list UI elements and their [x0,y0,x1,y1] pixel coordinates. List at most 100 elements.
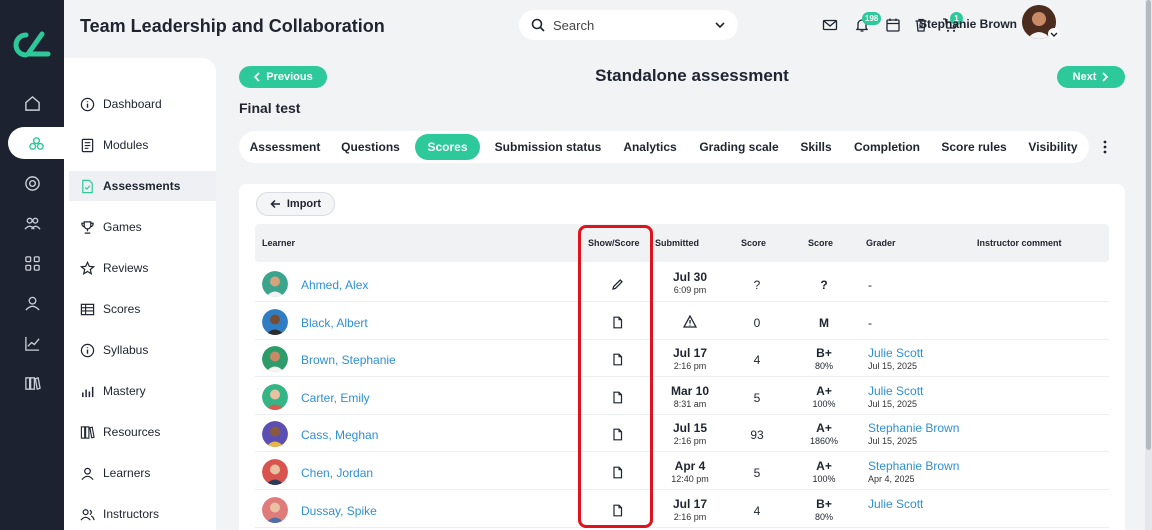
grader-date: Jul 15, 2025 [868,361,918,371]
user-name[interactable]: Stephanie Brown [919,17,1017,31]
tab-grading-scale[interactable]: Grading scale [693,134,785,160]
rail-groups-icon[interactable] [0,207,64,239]
tab-submission-status[interactable]: Submission status [490,134,606,160]
tab-score-rules[interactable]: Score rules [936,134,1012,160]
grader-date: Jul 15, 2025 [868,436,918,446]
brand-logo-icon[interactable] [12,30,52,60]
tab-assessment[interactable]: Assessment [244,134,326,160]
chevron-right-icon [1102,72,1109,82]
header-learner[interactable]: Learner [262,238,295,248]
score-value: ? [753,278,761,292]
tab-questions[interactable]: Questions [335,134,406,160]
header-grade-score[interactable]: Score [808,238,833,248]
score-value: 4 [753,504,761,518]
grade-value: M [819,316,829,330]
header-submitted[interactable]: Submitted [655,238,699,248]
sidebar-item-mastery[interactable]: Mastery [69,376,216,406]
side-navigation: Dashboard Modules Assessments Games Revi… [64,58,216,530]
grader-name: - [868,278,872,292]
rail-home-icon[interactable] [0,87,64,119]
grader-link[interactable]: Julie Scott [868,497,923,511]
sidebar-item-assessments[interactable]: Assessments [69,171,216,201]
grade-value: B+ [816,346,832,360]
rail-courses-icon[interactable] [8,127,64,159]
table-row [255,303,1109,340]
learner-name-link[interactable]: Chen, Jordan [301,466,373,480]
grader-link[interactable]: Julie Scott [868,346,923,360]
bar-chart-icon [82,386,94,397]
search-input[interactable]: Search [519,10,738,40]
score-value: 5 [753,466,761,480]
grader-link[interactable]: Stephanie Brown [868,421,959,435]
search-placeholder: Search [553,17,595,33]
sidebar-item-instructors[interactable]: Instructors [69,499,216,529]
sidebar-item-label: Dashboard [103,97,162,111]
warning-icon [683,315,697,328]
users-icon [80,508,95,521]
rail-library-icon[interactable] [0,367,64,399]
grader-date: Jul 15, 2025 [868,399,918,409]
sidebar-item-modules[interactable]: Modules [69,130,216,160]
tab-completion[interactable]: Completion [847,134,927,160]
grade-value: ? [820,278,828,292]
more-options-icon[interactable] [1098,138,1112,156]
learner-name-link[interactable]: Dussay, Spike [301,504,377,518]
rail-target-icon[interactable] [0,167,64,199]
grader-link[interactable]: Julie Scott [868,384,923,398]
sidebar-item-dashboard[interactable]: Dashboard [69,89,216,119]
mail-icon[interactable] [822,17,838,33]
header-instructor-comment[interactable]: Instructor comment [977,238,1062,248]
learner-name-link[interactable]: Ahmed, Alex [301,278,368,292]
page-scrollbar-thumb[interactable] [1146,0,1151,450]
previous-label: Previous [266,71,313,83]
grader-name: - [868,316,872,330]
next-button[interactable]: Next [1057,66,1125,88]
learner-name-link[interactable]: Brown, Stephanie [301,353,396,367]
sidebar-item-learners[interactable]: Learners [69,458,216,488]
chevron-down-icon[interactable] [714,19,726,31]
chevron-left-icon [254,72,260,82]
tab-visibility[interactable]: Visibility [1021,134,1085,160]
grade-percent: 80% [814,512,833,522]
rail-analytics-icon[interactable] [0,327,64,359]
grade-percent: 100% [812,474,836,484]
search-icon [531,18,545,32]
submitted-date: Jul 17 [672,497,708,511]
sidebar-item-reviews[interactable]: Reviews [69,253,216,283]
submitted-date: Apr 4 [674,459,706,473]
sidebar-item-games[interactable]: Games [69,212,216,242]
user-icon [81,467,94,480]
submitted-date: Jul 15 [672,421,708,435]
show-score-column-highlight [578,225,653,528]
books-icon [80,425,95,439]
header-score[interactable]: Score [741,238,766,248]
learner-name-link[interactable]: Cass, Meghan [301,428,378,442]
header-grader[interactable]: Grader [866,238,896,248]
grade-percent: 100% [812,399,836,409]
sidebar-item-label: Learners [103,466,151,480]
star-icon [80,260,95,275]
info-icon [80,97,95,111]
grader-link[interactable]: Stephanie Brown [868,459,959,473]
import-button[interactable]: Import [256,192,335,216]
sidebar-item-syllabus[interactable]: Syllabus [69,335,216,365]
rail-user-icon[interactable] [0,287,64,319]
calendar-icon[interactable] [885,17,901,33]
learner-name-link[interactable]: Black, Albert [301,316,368,330]
previous-button[interactable]: Previous [239,66,327,88]
tab-scores[interactable]: Scores [415,134,480,160]
user-menu-chevron-icon[interactable] [1048,28,1060,40]
sidebar-item-resources[interactable]: Resources [69,417,216,447]
tab-skills[interactable]: Skills [795,134,837,160]
grade-percent: 1860% [809,436,839,446]
submitted-time: 2:16 pm [673,361,707,371]
avatar [262,497,288,523]
rail-grid-icon[interactable] [0,247,64,279]
learner-name-link[interactable]: Carter, Emily [301,391,370,405]
tab-analytics[interactable]: Analytics [616,134,684,160]
submitted-time: 2:16 pm [673,512,707,522]
sidebar-item-scores[interactable]: Scores [69,294,216,324]
score-value: 0 [753,316,761,330]
page-title: Standalone assessment [595,66,789,85]
arrow-left-icon [270,199,280,209]
